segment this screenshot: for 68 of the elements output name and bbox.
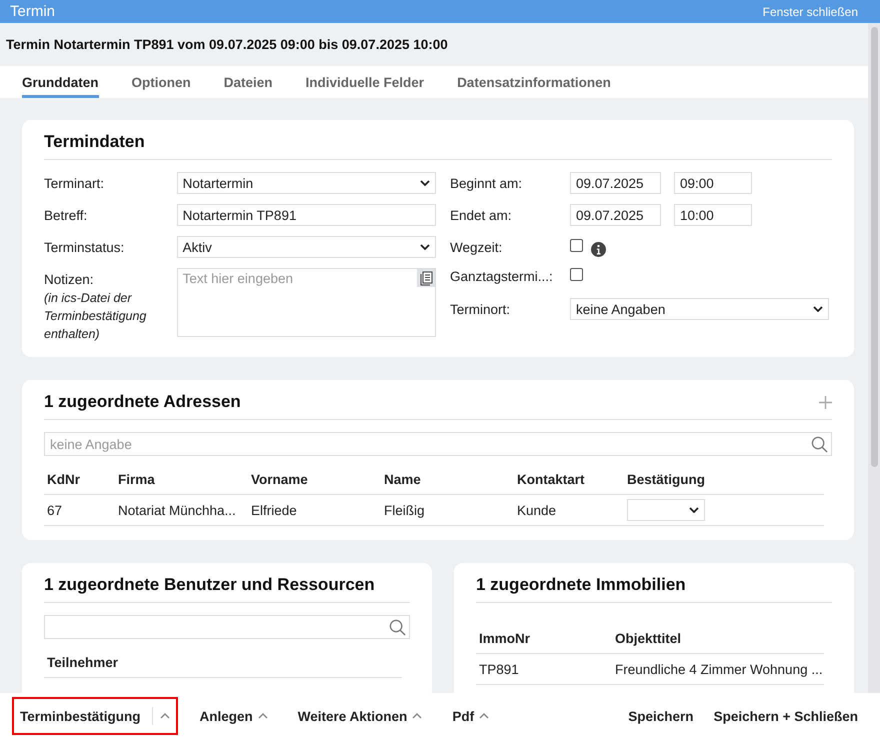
add-icon[interactable] xyxy=(819,396,832,408)
field-label: Betreff: xyxy=(44,207,88,225)
chevron-down-icon xyxy=(689,507,699,513)
input-field[interactable]: Notartermin TP891 xyxy=(176,204,436,226)
save-button[interactable]: Speichern xyxy=(628,704,694,728)
column-header: Kontaktart xyxy=(516,472,586,486)
table-cell-text: Freundliche 4 Zimmer Wohnung ... xyxy=(614,662,823,676)
search-field[interactable] xyxy=(44,615,410,639)
column-header: Name xyxy=(383,472,422,486)
card-title: 1 zugeordnete Benutzer und Ressourcen xyxy=(44,575,410,603)
scrollbar[interactable] xyxy=(868,23,880,693)
field-label: Terminstatus: xyxy=(44,239,126,257)
search-icon[interactable] xyxy=(811,436,828,452)
field-label: Ganztagstermi...: xyxy=(450,268,554,286)
table-cell-text: Notariat Münchha... xyxy=(117,502,237,518)
notes-icon[interactable] xyxy=(417,269,435,287)
date-field[interactable]: 09.07.2025 xyxy=(570,172,661,194)
checkbox[interactable] xyxy=(570,268,583,281)
table-cell-text: Elfriede xyxy=(250,502,298,518)
dropdown[interactable]: keine Angaben xyxy=(570,298,829,320)
chevron-down-icon xyxy=(420,244,430,250)
caret-up-icon xyxy=(479,713,490,719)
table-cell-text: Kunde xyxy=(516,502,558,518)
appointment-heading: Termin Notartermin TP891 vom 09.07.2025 09:00 bis 09.07.2025 10:00 xyxy=(6,37,448,52)
time-field[interactable]: 09:00 xyxy=(674,172,752,194)
window-title: Termin xyxy=(10,3,56,20)
checkbox[interactable] xyxy=(570,239,583,252)
menu-button[interactable]: Anlegen xyxy=(192,698,276,734)
card-title: Termindaten xyxy=(44,132,832,160)
split-button[interactable]: Terminbestätigung xyxy=(12,697,178,735)
date-field[interactable]: 09.07.2025 xyxy=(570,204,661,226)
time-field[interactable]: 10:00 xyxy=(674,204,752,226)
table-cell-text: Fleißig xyxy=(383,502,426,518)
field-note: (in ics-Datei der Terminbestätigung enthalten) xyxy=(44,290,148,343)
dropdown[interactable]: Aktiv xyxy=(176,236,436,258)
table-cell-text: 67 xyxy=(46,502,64,518)
column-header: Objekttitel xyxy=(614,630,682,646)
caret-up-icon xyxy=(412,713,422,719)
table-cell-text: TP891 xyxy=(478,662,520,676)
column-header: ImmoNr xyxy=(478,630,532,646)
chevron-down-icon xyxy=(813,306,823,312)
field-label: Endet am: xyxy=(450,207,513,225)
search-icon[interactable] xyxy=(389,618,406,636)
caret-up-icon[interactable] xyxy=(160,713,170,719)
card-title: 1 zugeordnete Adressen xyxy=(44,392,241,412)
column-header: KdNr xyxy=(46,472,81,486)
field-label: Beginnt am: xyxy=(450,175,524,193)
column-header: Teilnehmer xyxy=(46,654,118,670)
column-header: Firma xyxy=(117,472,156,486)
tab[interactable]: Optionen xyxy=(132,66,191,98)
field-label: Terminort: xyxy=(450,301,512,319)
menu-button[interactable]: Pdf xyxy=(444,698,498,734)
info-icon[interactable] xyxy=(591,242,606,257)
tab[interactable]: Dateien xyxy=(224,66,273,98)
card-title: 1 zugeordnete Immobilien xyxy=(476,575,832,603)
caret-up-icon xyxy=(258,713,268,719)
field-label: Terminart: xyxy=(44,175,106,193)
tab[interactable]: Grunddaten xyxy=(22,66,98,98)
field-label: Notizen: xyxy=(44,271,95,289)
tab[interactable]: Datensatzinformationen xyxy=(457,66,611,98)
column-header: Bestätigung xyxy=(626,472,706,486)
menu-button[interactable]: Weitere Aktionen xyxy=(290,698,430,734)
tab[interactable]: Individuelle Felder xyxy=(306,66,424,98)
column-header: Vorname xyxy=(250,472,309,486)
save-button[interactable]: Speichern + Schließen xyxy=(714,704,858,728)
dropdown[interactable]: Notartermin xyxy=(176,172,436,194)
field-label: Wegzeit: xyxy=(450,239,504,257)
chevron-down-icon xyxy=(420,180,430,186)
